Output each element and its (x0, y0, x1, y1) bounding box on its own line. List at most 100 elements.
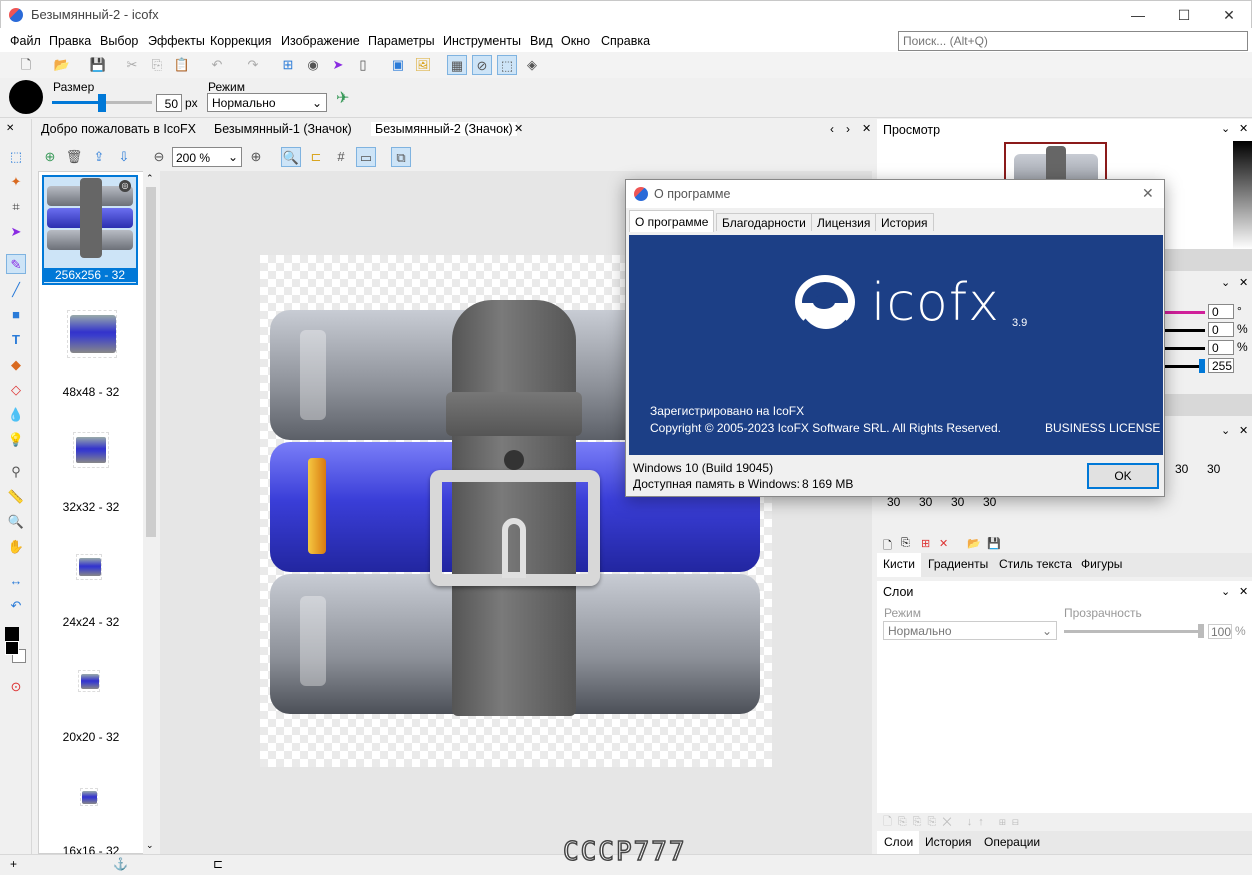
text-icon[interactable]: T (6, 330, 26, 350)
ok-button[interactable]: OK (1087, 463, 1159, 489)
brush-size[interactable]: 30 (919, 495, 932, 509)
eraser-icon[interactable]: ◇ (6, 380, 26, 400)
rectangle-icon[interactable]: ■ (6, 305, 26, 325)
maximize-button[interactable]: ☐ (1161, 1, 1207, 29)
zoom-icon[interactable]: 🔍 (6, 512, 26, 532)
tab-layers[interactable]: Слои (877, 831, 919, 854)
grid-select-icon[interactable]: ⬚ (497, 55, 517, 75)
dialog-tab-license[interactable]: Лицензия (811, 213, 877, 231)
lightness-input[interactable]: 0 (1208, 340, 1234, 355)
dialog-tab-about[interactable]: О программе (629, 210, 715, 232)
menu-tools[interactable]: Инструменты (443, 34, 521, 48)
copy-brush-icon[interactable]: ⎘ (901, 537, 910, 550)
hue-slider[interactable] (1165, 311, 1205, 314)
import-image-icon[interactable]: 🖼 (413, 55, 433, 75)
grid-icon[interactable]: # (331, 147, 351, 167)
menu-help[interactable]: Справка (601, 34, 650, 48)
menu-edit[interactable]: Правка (49, 34, 91, 48)
mode-select[interactable]: Нормально ⌄ (207, 93, 327, 112)
brush-size[interactable]: 30 (951, 495, 964, 509)
size-slider-thumb[interactable] (98, 94, 106, 112)
thumbnail-16[interactable] (80, 788, 98, 806)
cursor-icon[interactable]: ➤ (328, 55, 348, 75)
saturation-slider[interactable] (1165, 329, 1205, 332)
tab-text-style[interactable]: Стиль текста (999, 557, 1072, 571)
tab-operations[interactable]: Операции (984, 835, 1040, 849)
blur-icon[interactable]: 💧 (6, 405, 26, 425)
dialog-tab-credits[interactable]: Благодарности (716, 213, 812, 231)
line-icon[interactable]: ╱ (6, 280, 26, 300)
tab-untitled-1[interactable]: Безымянный-1 (Значок) (214, 122, 352, 136)
redo-icon[interactable]: ↷ (243, 55, 263, 75)
mobile-icon[interactable]: ▯ (353, 55, 373, 75)
record-icon[interactable]: ⊙ (6, 677, 26, 697)
thumbnail-32[interactable] (73, 432, 109, 468)
dodge-icon[interactable]: 💡 (6, 430, 26, 450)
alpha-input[interactable]: 255 (1208, 358, 1234, 373)
brush-icon[interactable]: ✎ (6, 254, 26, 274)
brush-size[interactable]: 30 (1207, 462, 1220, 476)
thumbnail-scroll-thumb[interactable] (146, 187, 156, 537)
tab-gradients[interactable]: Градиенты (928, 557, 988, 571)
close-button[interactable]: ✕ (1206, 1, 1252, 29)
adjust-close-icon[interactable]: ✕ (1239, 276, 1248, 289)
brush-size[interactable]: 30 (1175, 462, 1188, 476)
fill-icon[interactable]: ◆ (6, 355, 26, 375)
tab-history[interactable]: История (925, 835, 972, 849)
adjust-collapse-icon[interactable]: ⌄ (1221, 276, 1230, 289)
export-image-icon[interactable]: ⇪ (89, 147, 109, 167)
eyedropper-icon[interactable]: ⚲ (6, 462, 26, 482)
lightness-slider[interactable] (1165, 347, 1205, 350)
paste-icon[interactable]: 📋 (172, 55, 192, 75)
minimize-button[interactable]: — (1115, 1, 1161, 29)
tab-scroll-left-icon[interactable]: ‹ (830, 122, 834, 136)
marquee-select-icon[interactable]: ⬚ (6, 147, 26, 167)
frame-icon[interactable]: ▭ (356, 147, 376, 167)
open-folder-icon[interactable]: 📂 (52, 55, 72, 75)
saturation-input[interactable]: 0 (1208, 322, 1234, 337)
tab-scroll-right-icon[interactable]: › (846, 122, 850, 136)
menu-select[interactable]: Выбор (100, 34, 138, 48)
apple-icon[interactable]: ◉ (303, 55, 323, 75)
zoom-out-icon[interactable]: ⊖ (149, 147, 169, 167)
cut-icon[interactable]: ✂ (122, 55, 142, 75)
close-panel-icon[interactable]: ✕ (6, 123, 14, 134)
menu-image[interactable]: Изображение (281, 34, 360, 48)
hand-icon[interactable]: ✋ (6, 537, 26, 557)
menu-effects[interactable]: Эффекты (148, 34, 205, 48)
flip-horizontal-icon[interactable]: ↔ (6, 571, 26, 591)
tab-close-icon[interactable]: ✕ (514, 122, 523, 135)
size-input[interactable]: 50 (156, 94, 182, 112)
layers-mode-select[interactable]: Нормально ⌄ (883, 621, 1057, 640)
tabs-close-icon[interactable]: ✕ (862, 122, 871, 135)
scroll-up-icon[interactable]: ⌃ (146, 173, 154, 184)
rotate-icon[interactable]: ↶ (6, 596, 26, 616)
save-brush-icon[interactable]: 💾 (987, 537, 1001, 550)
search-input[interactable] (898, 31, 1248, 51)
preview-frame-icon[interactable]: ⧉ (391, 147, 411, 167)
add-image-icon[interactable]: ⊕ (40, 147, 60, 167)
tab-untitled-2[interactable]: Безымянный-2 (Значок) (371, 122, 517, 136)
rulers-icon[interactable]: ⊏ (306, 147, 326, 167)
alpha-slider-thumb[interactable] (1199, 359, 1205, 373)
layers-collapse-icon[interactable]: ⌄ (1221, 585, 1230, 598)
brushes-collapse-icon[interactable]: ⌄ (1221, 424, 1230, 437)
layers-opacity-input[interactable]: 100 (1208, 624, 1232, 639)
scroll-down-icon[interactable]: ⌄ (146, 840, 154, 851)
brush-size[interactable]: 30 (983, 495, 996, 509)
delete-brush-icon[interactable]: ✕ (939, 537, 948, 550)
dialog-close-icon[interactable]: ✕ (1142, 185, 1154, 202)
checker-background-icon[interactable]: ▦ (447, 55, 467, 75)
new-file-icon[interactable]: 🗋 (16, 55, 36, 75)
thumbnail-20[interactable] (78, 670, 100, 692)
layers-close-icon[interactable]: ✕ (1239, 585, 1248, 598)
tab-brushes[interactable]: Кисти (877, 553, 921, 577)
menu-correction[interactable]: Коррекция (210, 34, 271, 48)
tab-shapes[interactable]: Фигуры (1081, 557, 1122, 571)
menu-file[interactable]: Файл (10, 34, 41, 48)
tab-welcome[interactable]: Добро пожаловать в IcoFX (41, 122, 196, 136)
layers-icon[interactable]: ◈ (522, 55, 542, 75)
foreground-color-swatch[interactable] (5, 641, 19, 655)
layers-opacity-slider[interactable] (1064, 630, 1202, 633)
import-brush-icon[interactable]: ⊞ (921, 537, 930, 550)
